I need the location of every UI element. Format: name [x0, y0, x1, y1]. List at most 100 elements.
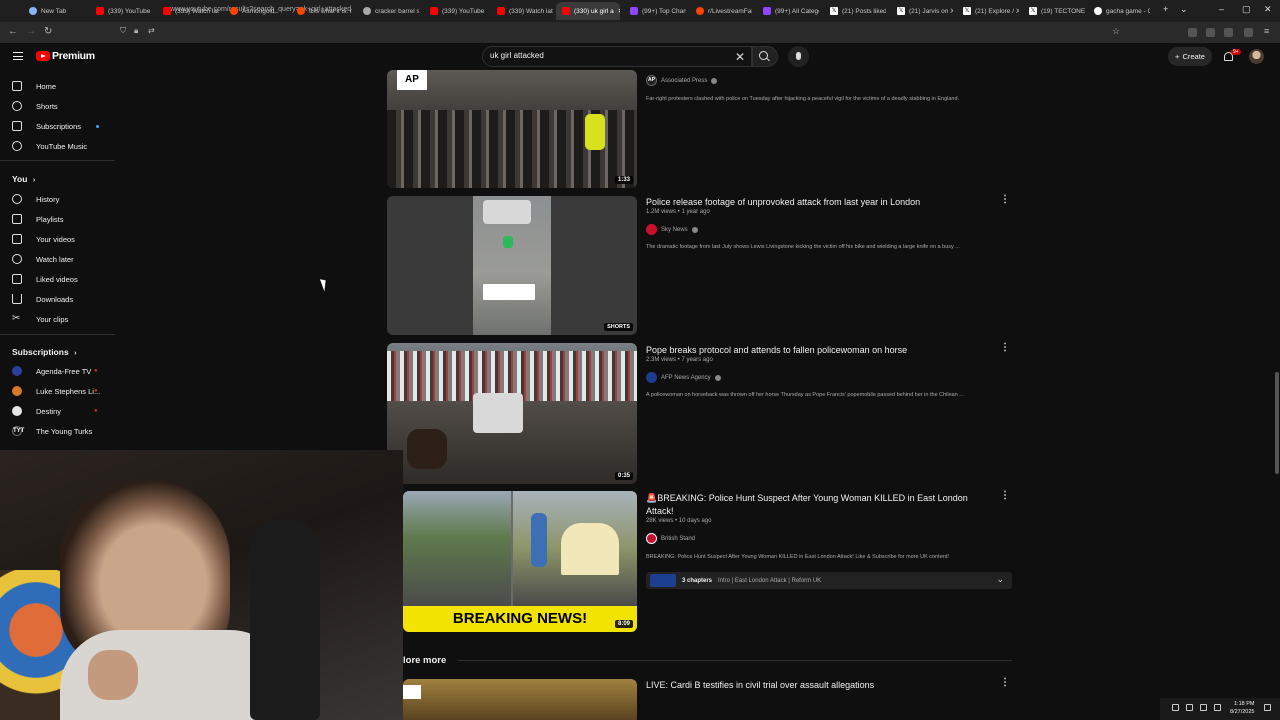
x-icon: 𝕏 [830, 7, 838, 15]
extension-icon[interactable] [1206, 28, 1215, 37]
browser-tab[interactable]: (99+) Top Chann [624, 2, 686, 20]
shield-icon[interactable]: ⛉ [120, 26, 126, 36]
sidebar-section-you[interactable]: You › [12, 174, 35, 184]
video-title[interactable]: 🚨BREAKING: Police Hunt Suspect After You… [646, 492, 996, 518]
volume-icon[interactable] [1214, 704, 1221, 711]
sidebar-section-subscriptions[interactable]: Subscriptions › [12, 347, 76, 357]
sidebar-item-your-videos[interactable]: Your videos [0, 229, 115, 249]
browser-tab[interactable]: 𝕏 (19) TECTONE [1023, 2, 1085, 20]
video-title[interactable]: Pope breaks protocol and attends to fall… [646, 344, 996, 357]
channel-row[interactable]: AP Associated Press [646, 75, 718, 86]
account-avatar[interactable] [1249, 49, 1264, 64]
sidebar-subscription-luke-stephens[interactable]: Luke Stephens Li... ● [0, 381, 115, 401]
search-input[interactable] [490, 51, 720, 60]
reload-icon[interactable]: ↻ [44, 26, 52, 37]
browser-tab[interactable]: Asmongold [224, 2, 286, 20]
browser-tab[interactable]: New Tab [23, 2, 85, 20]
browser-tab[interactable]: It is what it is. r [291, 2, 353, 20]
clock-time[interactable]: 1:18 PM [1234, 701, 1254, 707]
streamer-hand-image [88, 650, 138, 700]
browser-menu-icon[interactable]: ≡ [1264, 26, 1269, 36]
close-window-icon[interactable]: ✕ [1264, 4, 1272, 15]
minimize-icon[interactable]: – [1219, 4, 1224, 14]
browser-tab[interactable]: (339) Watch late [157, 2, 219, 20]
video-title[interactable]: Police release footage of unprovoked att… [646, 196, 996, 209]
sidebar-item-label: YouTube Music [36, 141, 88, 151]
network-icon[interactable] [1200, 704, 1207, 711]
site-settings-icon[interactable]: ⇄ [148, 26, 155, 35]
extension-icon[interactable] [1188, 28, 1197, 37]
browser-tab[interactable]: 𝕏 (21) Posts liked b [824, 2, 886, 20]
page-scrollbar[interactable] [1275, 372, 1279, 474]
browser-tab[interactable]: gacha game - G [1088, 2, 1150, 20]
sidebar-item-playlists[interactable]: Playlists [0, 209, 115, 229]
more-actions-icon[interactable]: ⋮ [1000, 342, 1010, 353]
more-actions-icon[interactable]: ⋮ [1000, 677, 1010, 688]
section-divider [458, 660, 1012, 661]
video-thumbnail[interactable]: BREAKING NEWS! 8:09 [403, 491, 637, 632]
channel-row[interactable]: Sky News [646, 224, 698, 235]
browser-tab[interactable]: (339) YouTube [424, 2, 486, 20]
browser-tab[interactable]: (339) Watch late [491, 2, 553, 20]
extension-icon[interactable] [1224, 28, 1233, 37]
sidebar-item-history[interactable]: History [0, 189, 115, 209]
tray-app-icon[interactable] [1186, 704, 1193, 711]
new-tab-button[interactable]: + [1163, 4, 1168, 14]
shorts-icon [12, 101, 22, 111]
maximize-icon[interactable]: ▢ [1242, 4, 1251, 15]
more-actions-icon[interactable]: ⋮ [1000, 194, 1010, 205]
close-tab-icon[interactable]: ✕ [618, 7, 620, 15]
extension-icon[interactable] [1244, 28, 1253, 37]
sidebar-subscription-destiny[interactable]: Destiny ● [0, 401, 115, 421]
back-icon[interactable]: ← [8, 26, 18, 37]
police-officer-image [585, 114, 605, 150]
browser-tab[interactable]: 𝕏 (21) Explore / X [957, 2, 1019, 20]
lock-icon[interactable]: 🔒︎ [134, 26, 138, 36]
address-bar-row [0, 22, 1280, 43]
channel-avatar [12, 406, 22, 416]
bookmark-star-icon[interactable]: ☆ [1112, 26, 1120, 37]
clear-search-icon[interactable]: ✕ [735, 50, 745, 64]
tab-search-icon[interactable]: ⌄ [1180, 4, 1188, 15]
clock-date[interactable]: 8/27/2025 [1230, 709, 1254, 715]
browser-tab[interactable]: (99+) All Catego [757, 2, 819, 20]
video-thumbnail[interactable]: SHORTS [387, 196, 637, 335]
sidebar-subscription-agenda-free-tv[interactable]: Agenda-Free TV ● [0, 361, 115, 381]
tray-chevron-icon[interactable] [1172, 704, 1179, 711]
chevron-down-icon[interactable]: ⌄ [996, 574, 1004, 585]
browser-tab[interactable]: (330) uk girl a ✕ [556, 2, 620, 20]
sidebar-item-youtube-music[interactable]: YouTube Music [0, 136, 115, 156]
sidebar-item-subscriptions[interactable]: Subscriptions [0, 116, 115, 136]
browser-tab[interactable]: cracker barrel st [357, 2, 419, 20]
sidebar-item-watch-later[interactable]: Watch later [0, 249, 115, 269]
search-box[interactable] [482, 46, 752, 67]
video-thumbnail[interactable]: 0:35 [387, 343, 637, 484]
more-actions-icon[interactable]: ⋮ [1000, 490, 1010, 501]
video-title[interactable]: LIVE: Cardi B testifies in civil trial o… [646, 679, 996, 692]
browser-tab-label: (19) TECTONE [1041, 7, 1085, 15]
chapters-bar[interactable]: 3 chapters Intro | East London Attack | … [646, 572, 1012, 589]
video-thumbnail[interactable] [403, 679, 637, 720]
browser-tab-label: cracker barrel st [375, 7, 419, 15]
sidebar-item-downloads[interactable]: Downloads [0, 289, 115, 309]
youtube-logo-text[interactable]: Premium [52, 50, 95, 62]
create-button[interactable]: + Create [1168, 47, 1212, 66]
live-indicator-icon: ● [94, 368, 98, 374]
browser-tab[interactable]: 𝕏 (21) Jarvis on X: [891, 2, 953, 20]
browser-tab[interactable]: (339) YouTube [90, 2, 152, 20]
notification-center-icon[interactable] [1264, 704, 1271, 711]
sidebar-item-your-clips[interactable]: ✂ Your clips [0, 309, 115, 329]
sidebar-subscription-the-young-turks[interactable]: TYT The Young Turks [0, 421, 115, 441]
webcam-overlay [0, 450, 403, 720]
video-thumbnail[interactable]: AP 1:33 [387, 70, 637, 188]
youtube-logo-icon[interactable] [36, 51, 50, 61]
forward-icon[interactable]: → [26, 26, 36, 37]
channel-row[interactable]: British Stand [646, 533, 695, 544]
browser-tab[interactable]: r/LivestreamFail [690, 2, 752, 20]
sidebar-item-home[interactable]: Home [0, 76, 115, 96]
guide-menu-icon[interactable] [13, 52, 23, 60]
sidebar-item-liked-videos[interactable]: Liked videos [0, 269, 115, 289]
sidebar-item-shorts[interactable]: Shorts [0, 96, 115, 116]
live-indicator-icon: ● [94, 388, 98, 394]
channel-row[interactable]: AFP News Agency [646, 372, 721, 383]
